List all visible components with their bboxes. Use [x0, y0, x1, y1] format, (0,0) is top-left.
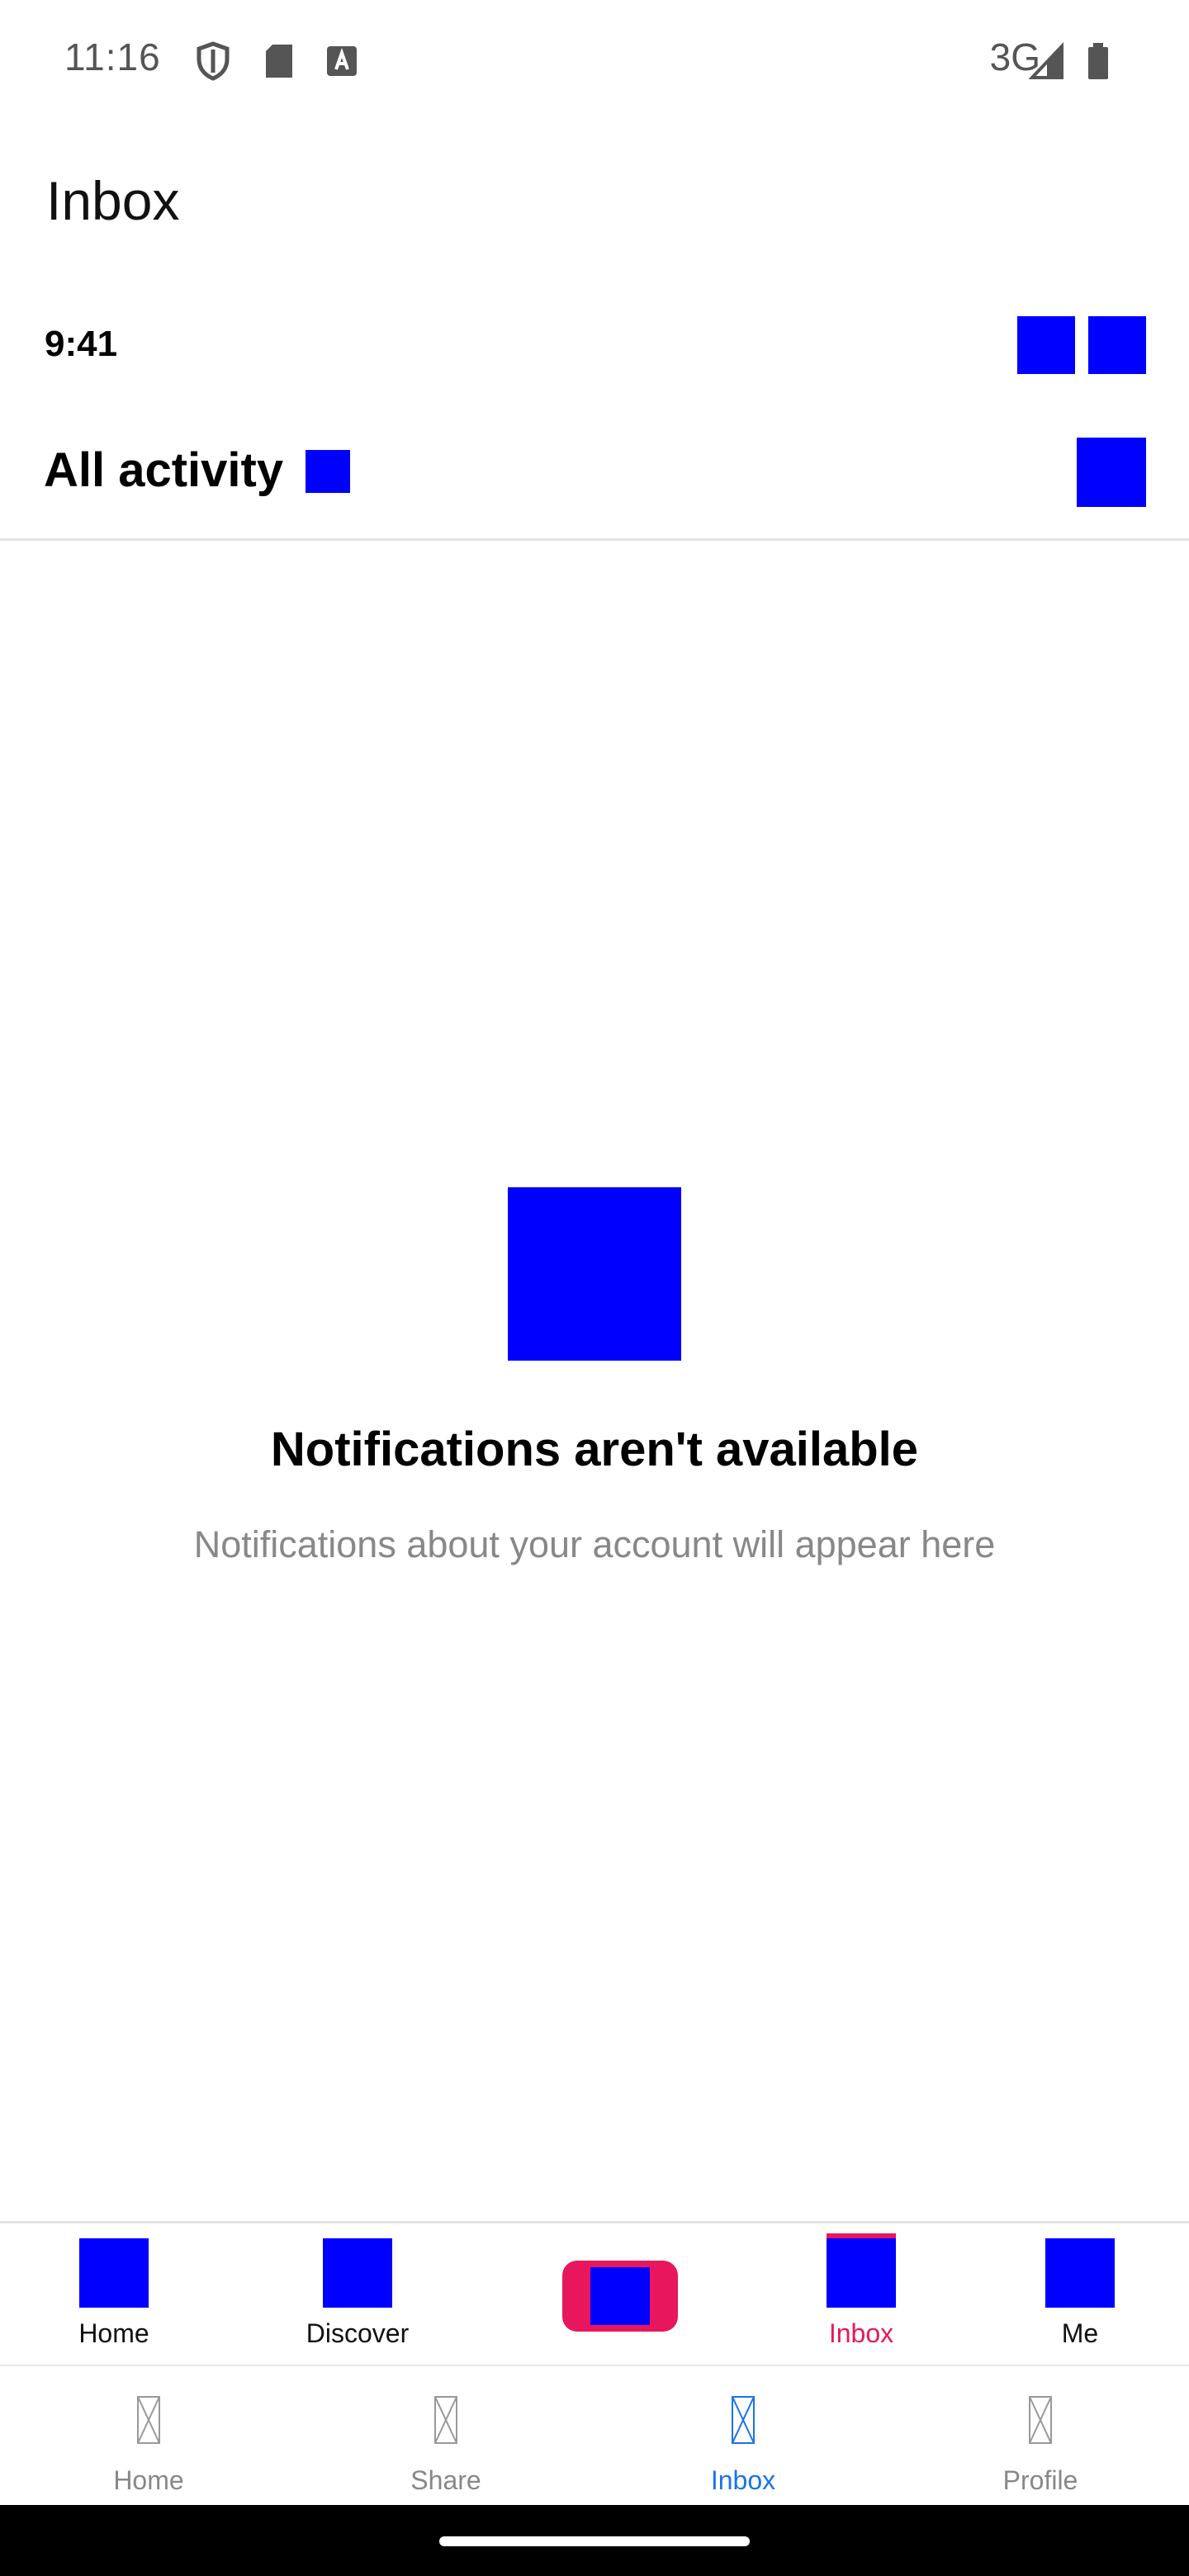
shield-icon	[195, 41, 231, 81]
web-tab-bar: Home Discover Inbox Me	[0, 2221, 1189, 2365]
system-navigation-bar	[0, 2505, 1189, 2576]
nav-item-share[interactable]: Share	[297, 2366, 594, 2507]
plus-icon	[590, 2267, 650, 2325]
empty-state-subtitle: Notifications about your account will ap…	[193, 1523, 996, 1565]
empty-state-icon	[508, 1187, 681, 1361]
inbox-icon	[827, 2238, 896, 2308]
web-tab-label: Home	[78, 2318, 149, 2348]
screen: 11:16 3G Inbox 9:41 All activity Notific…	[0, 0, 1189, 2576]
nav-label: Profile	[1002, 2465, 1078, 2495]
web-tab-home[interactable]: Home	[31, 2223, 197, 2365]
page-title: Inbox	[46, 170, 180, 231]
placeholder-icon[interactable]	[1088, 316, 1146, 374]
create-button[interactable]	[562, 2261, 678, 2332]
profile-icon	[1045, 2238, 1115, 2308]
broken-image-icon	[731, 2395, 756, 2445]
nav-item-inbox[interactable]: Inbox	[594, 2366, 892, 2507]
content-header: 9:41 All activity	[0, 281, 1189, 541]
home-gesture-handle[interactable]	[439, 2536, 750, 2546]
web-tab-discover[interactable]: Discover	[275, 2223, 440, 2365]
sd-card-icon	[261, 41, 297, 81]
nav-item-home[interactable]: Home	[0, 2366, 297, 2507]
nav-label: Inbox	[710, 2465, 776, 2495]
web-tab-inbox[interactable]: Inbox	[779, 2223, 944, 2365]
activity-filter-title[interactable]: All activity	[44, 443, 283, 498]
nav-item-profile[interactable]: Profile	[892, 2366, 1189, 2507]
dropdown-icon[interactable]	[306, 450, 350, 493]
web-tab-label: Me	[1061, 2318, 1099, 2348]
battery-icon	[1080, 41, 1116, 81]
keyboard-a-icon	[324, 41, 360, 81]
home-icon	[79, 2238, 149, 2308]
web-tab-label: Inbox	[828, 2318, 894, 2348]
signal-icon	[1028, 41, 1065, 81]
broken-image-icon	[1028, 2395, 1053, 2445]
web-tab-label: Discover	[306, 2318, 410, 2348]
nav-label: Share	[410, 2465, 481, 2495]
nav-label: Home	[113, 2465, 184, 2495]
inner-status-time: 9:41	[45, 324, 118, 364]
bottom-navigation: Home Share Inbox Profile	[0, 2365, 1189, 2507]
web-tab-me[interactable]: Me	[997, 2223, 1163, 2365]
broken-image-icon	[433, 2395, 458, 2445]
placeholder-icon[interactable]	[1017, 316, 1075, 374]
status-bar: 11:16 3G	[0, 0, 1189, 120]
status-time: 11:16	[64, 36, 161, 78]
send-message-icon[interactable]	[1077, 438, 1146, 507]
broken-image-icon	[136, 2395, 161, 2445]
app-header: Inbox	[0, 120, 1189, 281]
discover-icon	[323, 2238, 392, 2308]
empty-state-title: Notifications aren't available	[270, 1423, 919, 1476]
